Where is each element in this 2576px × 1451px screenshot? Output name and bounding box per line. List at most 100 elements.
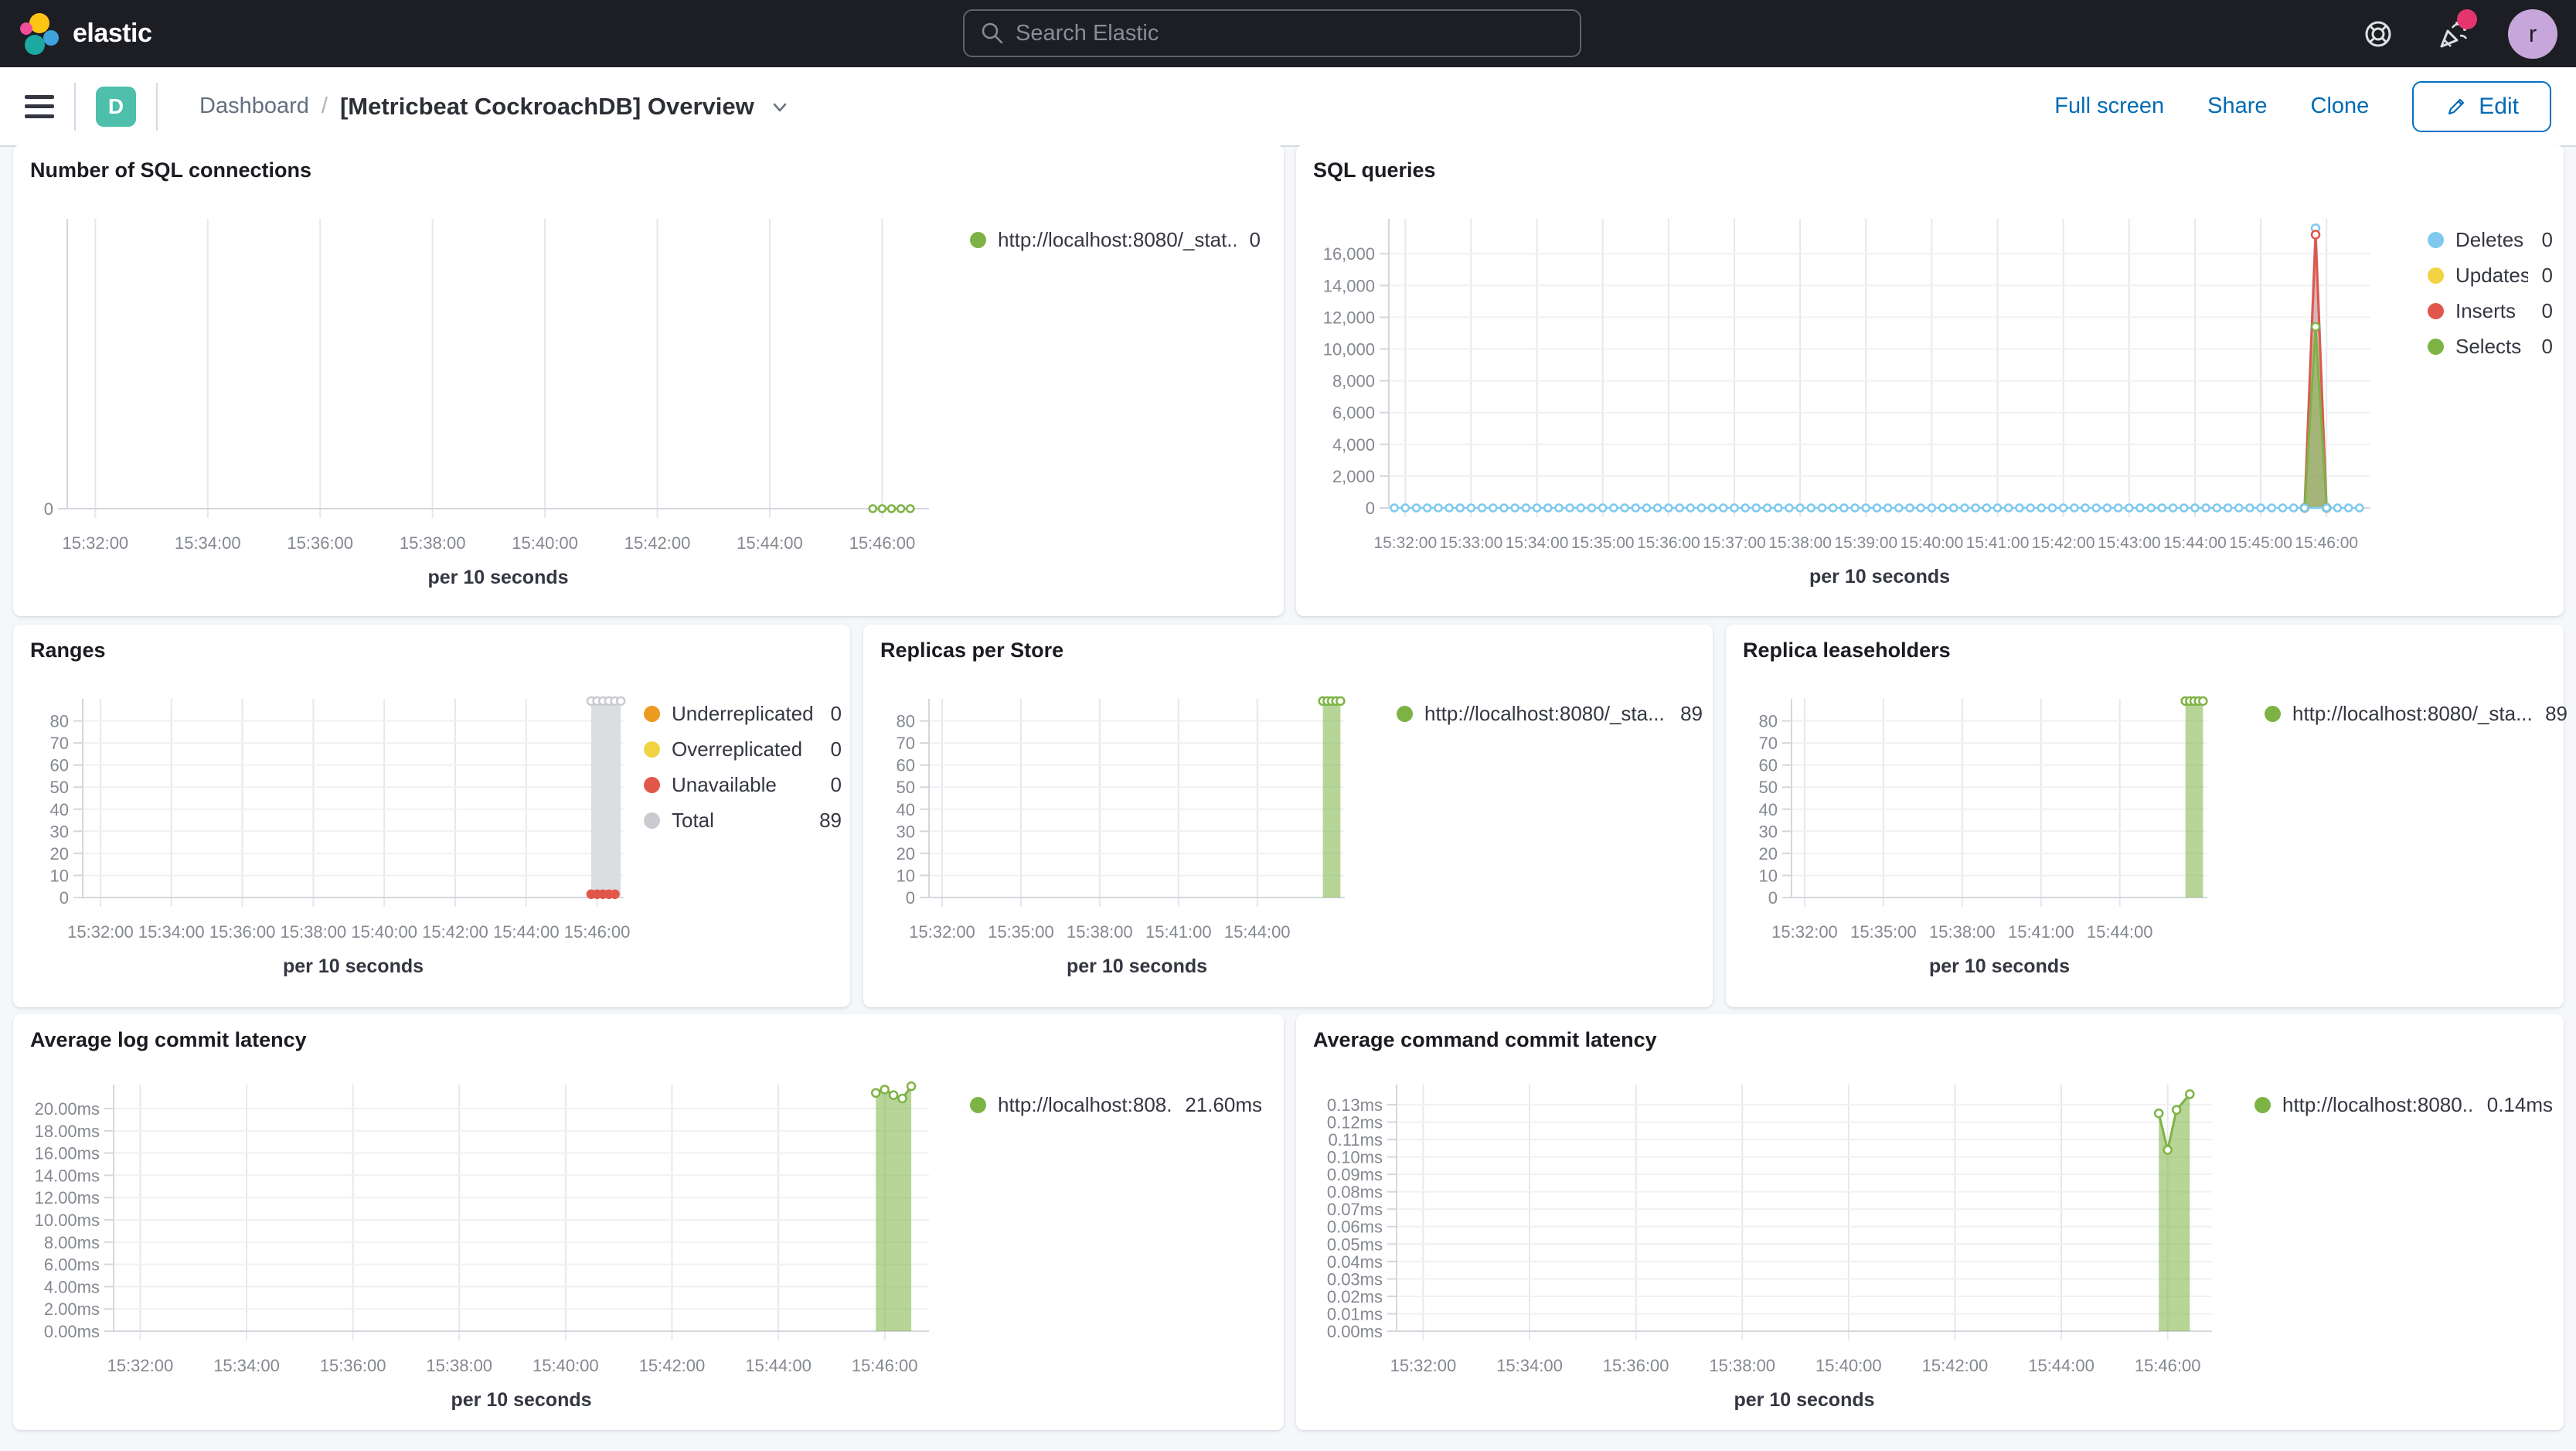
svg-text:15:46:00: 15:46:00 bbox=[849, 533, 916, 553]
svg-text:0.10ms: 0.10ms bbox=[1327, 1148, 1383, 1167]
svg-text:18.00ms: 18.00ms bbox=[35, 1122, 100, 1141]
legend-item[interactable]: http://localhost:8080/_sta... 89 bbox=[1397, 702, 1703, 726]
svg-text:15:44:00: 15:44:00 bbox=[2028, 1356, 2094, 1375]
legend: Deletes 0 Updates 0 Inserts 0 Selects 0 bbox=[2428, 228, 2553, 370]
chart-average-command-commit-latency[interactable]: 15:32:00 15:34:00 15:36:00 15:38:00 15:40:00… bbox=[1296, 1014, 2564, 1430]
svg-text:15:44:00: 15:44:00 bbox=[737, 533, 803, 553]
svg-text:10: 10 bbox=[50, 866, 69, 885]
breadcrumb-dashboard[interactable]: Dashboard bbox=[199, 94, 309, 119]
menu-button[interactable] bbox=[25, 94, 54, 118]
svg-text:12,000: 12,000 bbox=[1323, 308, 1375, 327]
help-icon bbox=[2365, 21, 2391, 46]
svg-text:6.00ms: 6.00ms bbox=[44, 1255, 100, 1275]
legend-dot bbox=[644, 706, 660, 722]
svg-text:30: 30 bbox=[50, 822, 69, 841]
chart-sql-queries[interactable]: 15:32:00 15:33:00 15:34:00 15:35:00 15:36:00… bbox=[1296, 145, 2564, 616]
legend-dot bbox=[1397, 706, 1413, 722]
chevron-down-icon bbox=[773, 103, 786, 111]
pencil-icon bbox=[2448, 98, 2465, 114]
legend-label: http://localhost:808... bbox=[998, 1093, 1172, 1116]
legend-item[interactable]: Total 89 bbox=[644, 809, 842, 833]
svg-text:15:32:00: 15:32:00 bbox=[1390, 1356, 1457, 1375]
svg-text:15:33:00: 15:33:00 bbox=[1440, 534, 1503, 552]
chart-number-of-sql-connections[interactable]: 15:32:00 15:34:00 15:36:00 15:38:00 15:40:00… bbox=[13, 145, 1284, 616]
newsfeed-button[interactable] bbox=[2434, 9, 2477, 53]
svg-text:15:32:00: 15:32:00 bbox=[1771, 922, 1838, 942]
search-icon bbox=[982, 22, 1003, 44]
svg-text:15:38:00: 15:38:00 bbox=[1929, 922, 1996, 942]
legend-item[interactable]: Deletes 0 bbox=[2428, 228, 2553, 252]
svg-text:0: 0 bbox=[1366, 499, 1375, 518]
share-link[interactable]: Share bbox=[2207, 94, 2267, 119]
legend-dot bbox=[2428, 267, 2444, 284]
avatar[interactable]: r bbox=[2508, 9, 2557, 59]
chart-replicas-per-store[interactable]: 15:32:00 15:35:00 15:38:00 15:41:00 15:44:00… bbox=[863, 625, 1713, 1007]
panel-title: Average command commit latency bbox=[1313, 1028, 1657, 1051]
legend-item[interactable]: Underreplicated 0 bbox=[644, 702, 842, 726]
svg-text:15:35:00: 15:35:00 bbox=[1571, 534, 1635, 552]
legend-value: 0.14ms bbox=[2486, 1093, 2553, 1116]
svg-text:40: 40 bbox=[50, 800, 69, 819]
svg-text:4.00ms: 4.00ms bbox=[44, 1277, 100, 1296]
svg-text:15:40:00: 15:40:00 bbox=[1815, 1356, 1882, 1375]
legend-item[interactable]: Selects 0 bbox=[2428, 335, 2553, 359]
svg-text:15:45:00: 15:45:00 bbox=[2229, 534, 2292, 552]
panel-average-command-commit-latency: Average command commit latency 15:32:00 1… bbox=[1296, 1014, 2564, 1430]
legend-value: 0 bbox=[830, 773, 842, 796]
svg-text:15:36:00: 15:36:00 bbox=[320, 1356, 386, 1375]
legend-item[interactable]: Unavailable 0 bbox=[644, 773, 842, 797]
svg-text:0.08ms: 0.08ms bbox=[1327, 1183, 1383, 1202]
legend-label: Underreplicated bbox=[672, 702, 814, 725]
svg-text:15:38:00: 15:38:00 bbox=[1709, 1356, 1775, 1375]
legend-item[interactable]: http://localhost:8080/_stat... 0 bbox=[970, 228, 1261, 252]
full-screen-link[interactable]: Full screen bbox=[2054, 94, 2164, 119]
panel-title: Number of SQL connections bbox=[30, 158, 312, 182]
svg-text:15:35:00: 15:35:00 bbox=[988, 922, 1054, 942]
svg-text:14.00ms: 14.00ms bbox=[35, 1166, 100, 1185]
svg-text:0.06ms: 0.06ms bbox=[1327, 1218, 1383, 1237]
legend-item[interactable]: Updates 0 bbox=[2428, 264, 2553, 288]
legend-item[interactable]: http://localhost:8080... 0.14ms bbox=[2254, 1093, 2553, 1117]
legend-item[interactable]: http://localhost:8080/_sta... 89 bbox=[2265, 702, 2567, 726]
svg-text:15:34:00: 15:34:00 bbox=[1506, 534, 1569, 552]
panel-sql-queries: SQL queries 15:32:00 15:33:00 15:34:00 15:3… bbox=[1296, 145, 2564, 616]
svg-text:0.07ms: 0.07ms bbox=[1327, 1200, 1383, 1219]
svg-text:20: 20 bbox=[1759, 844, 1778, 863]
panel-ranges: Ranges 15:32:00 15:34:00 15:36:00 15:38:00 1… bbox=[13, 625, 850, 1007]
legend-value: 0 bbox=[2541, 335, 2553, 358]
legend-value: 89 bbox=[1680, 702, 1703, 725]
app-header: elastic Search Elastic r bbox=[0, 0, 2576, 67]
search-input[interactable]: Search Elastic bbox=[963, 9, 1581, 57]
space-badge[interactable]: D bbox=[96, 86, 136, 127]
title-menu-button[interactable] bbox=[768, 95, 791, 118]
legend: http://localhost:8080/_stat... 0 bbox=[970, 228, 1261, 264]
notification-dot bbox=[2457, 9, 2477, 29]
legend-label: http://localhost:8080/_sta... bbox=[1424, 702, 1665, 725]
svg-text:2.00ms: 2.00ms bbox=[44, 1299, 100, 1319]
svg-text:15:40:00: 15:40:00 bbox=[533, 1356, 599, 1375]
legend-value: 0 bbox=[830, 737, 842, 761]
legend-dot bbox=[2428, 303, 2444, 319]
svg-text:15:42:00: 15:42:00 bbox=[1922, 1356, 1989, 1375]
edit-button[interactable]: Edit bbox=[2412, 80, 2551, 132]
legend-item[interactable]: http://localhost:808... 21.60ms bbox=[970, 1093, 1262, 1117]
help-button[interactable] bbox=[2360, 15, 2397, 53]
svg-text:15:34:00: 15:34:00 bbox=[1496, 1356, 1563, 1375]
chart-replica-leaseholders[interactable]: 15:32:00 15:35:00 15:38:00 15:41:00 15:44:00… bbox=[1726, 625, 2564, 1007]
svg-text:50: 50 bbox=[897, 778, 915, 797]
svg-text:60: 60 bbox=[50, 756, 69, 775]
legend-item[interactable]: Overreplicated 0 bbox=[644, 737, 842, 761]
chart-average-log-commit-latency[interactable]: 15:32:00 15:34:00 15:36:00 15:38:00 15:40:00… bbox=[13, 1014, 1284, 1430]
svg-text:15:32:00: 15:32:00 bbox=[909, 922, 975, 942]
svg-text:0.03ms: 0.03ms bbox=[1327, 1269, 1383, 1289]
legend-label: Selects bbox=[2455, 335, 2522, 358]
elastic-logo[interactable]: elastic bbox=[19, 12, 152, 56]
clone-link[interactable]: Clone bbox=[2311, 94, 2370, 119]
svg-text:8,000: 8,000 bbox=[1332, 372, 1375, 391]
legend-dot bbox=[644, 777, 660, 793]
panel-replicas-per-store: Replicas per Store 15:32:00 15:35:00 15:38… bbox=[863, 625, 1713, 1007]
legend-item[interactable]: Inserts 0 bbox=[2428, 299, 2553, 323]
legend: Underreplicated 0 Overreplicated 0 Unavailab… bbox=[644, 702, 842, 844]
page-title: [Metricbeat CockroachDB] Overview bbox=[339, 92, 754, 120]
svg-text:0.04ms: 0.04ms bbox=[1327, 1252, 1383, 1272]
